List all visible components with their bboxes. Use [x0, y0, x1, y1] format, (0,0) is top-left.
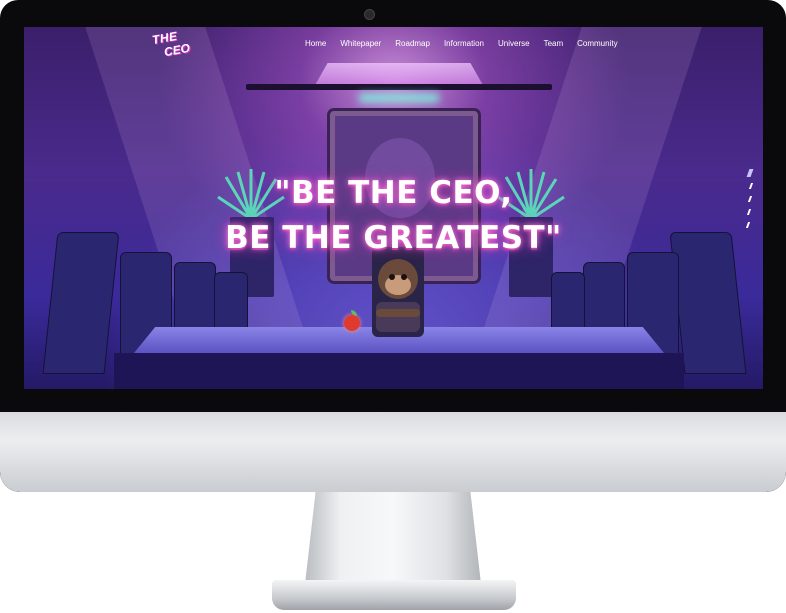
slide-indicator[interactable]	[746, 169, 754, 177]
slide-indicator[interactable]	[745, 222, 751, 228]
lamp-teal-light	[359, 93, 439, 103]
the-ceo-logo[interactable]: THE CEO	[151, 29, 194, 61]
nav-information[interactable]: Information	[444, 39, 484, 53]
nav-whitepaper[interactable]: Whitepaper	[340, 39, 381, 53]
nav-home[interactable]: Home	[305, 39, 326, 53]
nav-universe[interactable]: Universe	[498, 39, 530, 53]
red-apple	[344, 315, 360, 331]
monitor-stand-neck	[305, 492, 481, 584]
logo-text-ceo: CEO	[162, 40, 192, 60]
ceiling-lamp-bar	[246, 84, 552, 90]
monitor-chin	[0, 412, 786, 492]
website-screen: THE CEO Home Whitepaper Roadmap Informat…	[24, 27, 763, 389]
nav-team[interactable]: Team	[544, 39, 564, 53]
monitor-frame: THE CEO Home Whitepaper Roadmap Informat…	[0, 0, 786, 492]
conference-table-body	[114, 353, 684, 389]
slide-indicator[interactable]	[748, 183, 754, 189]
slide-indicator[interactable]	[747, 196, 753, 202]
ceo-monkey-character	[372, 247, 424, 337]
main-navigation: Home Whitepaper Roadmap Information Univ…	[305, 39, 618, 53]
hero-line-2: BE THE GREATEST"	[225, 220, 562, 256]
slide-indicator[interactable]	[746, 209, 752, 215]
nav-community[interactable]: Community	[577, 39, 617, 53]
webcam	[364, 9, 375, 20]
hero-heading: "BE THE CEO, BE THE GREATEST"	[24, 173, 763, 259]
nav-roadmap[interactable]: Roadmap	[395, 39, 430, 53]
slide-indicators	[745, 169, 756, 249]
monitor-stand-base	[272, 580, 516, 610]
hero-line-1: "BE THE CEO,	[274, 175, 513, 211]
